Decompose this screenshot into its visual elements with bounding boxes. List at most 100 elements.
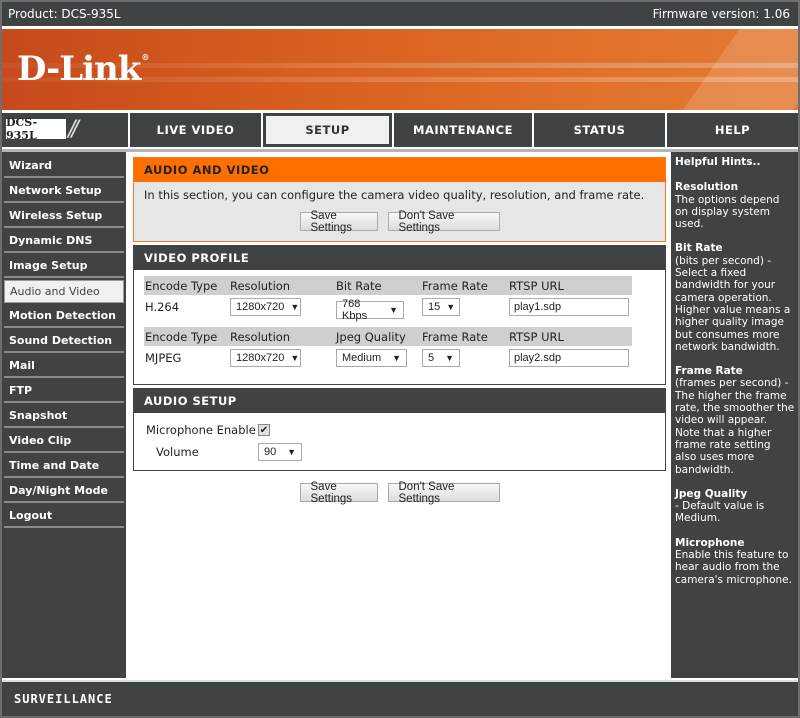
hint-text: The options depend on display system use… <box>675 193 780 231</box>
select-value: 15 <box>428 301 441 313</box>
bit-rate-select[interactable]: 768 Kbps ▼ <box>336 297 404 322</box>
hint-text: Enable this feature to hear audio from t… <box>675 549 792 586</box>
tab-status[interactable]: STATUS <box>534 113 667 147</box>
header-rtsp-url: RTSP URL <box>509 329 564 344</box>
sidebar-item-logout[interactable]: Logout <box>4 505 124 528</box>
sidebar-item-network-setup[interactable]: Network Setup <box>4 180 124 203</box>
sidebar-item-motion-detection[interactable]: Motion Detection <box>4 305 124 328</box>
sidebar-item-video-clip[interactable]: Video Clip <box>4 430 124 453</box>
sidebar-item-wireless-setup[interactable]: Wireless Setup <box>4 205 124 228</box>
registered-mark: ® <box>141 52 149 62</box>
table-row: H.264 1280x720 ▼ 768 Kbps ▼ 15 ▼ play1.sdp <box>144 295 632 322</box>
tab-live-video[interactable]: LIVE VIDEO <box>130 113 263 147</box>
tab-maintenance[interactable]: MAINTENANCE <box>394 113 534 147</box>
main-nav: DCS-935L // LIVE VIDEO SETUP MAINTENANCE… <box>2 113 798 147</box>
rtsp-url-input-1[interactable]: play1.sdp <box>509 298 629 316</box>
brand-banner: D-Link® <box>2 29 798 110</box>
model-badge: DCS-935L <box>6 116 66 142</box>
header-frame-rate: Frame Rate <box>422 329 488 344</box>
sidebar-item-mail[interactable]: Mail <box>4 355 124 378</box>
hint-title: Frame Rate <box>675 365 743 378</box>
video-profile-table: Encode Type Resolution Bit Rate Frame Ra… <box>144 276 632 370</box>
save-settings-button-bottom[interactable]: Save Settings <box>299 481 378 505</box>
microphone-row: Microphone Enable ✔ <box>134 419 665 441</box>
section-description: In this section, you can configure the c… <box>144 188 645 202</box>
surveillance-label: SURVEILLANCE <box>14 692 113 706</box>
tab-label: HELP <box>714 123 751 137</box>
header-rtsp-url: RTSP URL <box>509 278 564 293</box>
hint-resolution: Resolution The options depend on display… <box>675 181 795 230</box>
rtsp-url-input-2[interactable]: play2.sdp <box>509 349 629 367</box>
resolution-select-2[interactable]: 1280x720 ▼ <box>230 349 301 367</box>
volume-label: Volume <box>156 445 199 459</box>
volume-select[interactable]: 90 ▼ <box>258 443 302 461</box>
section-title: AUDIO SETUP <box>134 389 665 413</box>
select-value: 768 Kbps <box>342 297 368 322</box>
sidebar: Wizard Network Setup Wireless Setup Dyna… <box>2 152 126 678</box>
footer: SURVEILLANCE <box>2 680 798 716</box>
select-value: Medium <box>342 352 382 364</box>
select-value: 5 <box>428 352 435 364</box>
tab-setup[interactable]: SETUP <box>263 113 394 147</box>
hint-frame-rate: Frame Rate (frames per second) - The hig… <box>675 365 795 476</box>
hint-title: Resolution <box>675 181 739 194</box>
table-row: MJPEG 1280x720 ▼ Medium ▼ 5 ▼ play2.sdp <box>144 346 632 370</box>
tab-label: STATUS <box>573 123 626 137</box>
audio-setup-body: Microphone Enable ✔ Volume 90 ▼ <box>134 413 665 463</box>
resolution-select-1[interactable]: 1280x720 ▼ <box>230 298 301 316</box>
tab-label: LIVE VIDEO <box>156 123 235 137</box>
dont-save-settings-button-bottom[interactable]: Don't Save Settings <box>387 481 500 505</box>
volume-row: Volume 90 ▼ <box>134 441 665 463</box>
frame-rate-select-2[interactable]: 5 ▼ <box>422 349 460 367</box>
sidebar-item-sound-detection[interactable]: Sound Detection <box>4 330 124 353</box>
dlink-logo: D-Link® <box>17 49 149 89</box>
hint-text: (frames per second) - The higher the fra… <box>675 377 795 476</box>
page-frame: Product: DCS-935L Firmware version: 1.06… <box>0 0 800 718</box>
dropdown-arrow-icon: ▼ <box>290 353 300 363</box>
frame-rate-select-1[interactable]: 15 ▼ <box>422 298 460 316</box>
audio-video-section: AUDIO AND VIDEO In this section, you can… <box>133 157 666 242</box>
bottom-button-row: Save Settings Don't Save Settings <box>133 481 666 505</box>
sidebar-item-dynamic-dns[interactable]: Dynamic DNS <box>4 230 124 253</box>
hints-heading: Helpful Hints.. <box>675 156 761 168</box>
hint-title: Bit Rate <box>675 242 723 255</box>
tab-help[interactable]: HELP <box>667 113 798 147</box>
banner-swoosh <box>669 29 798 110</box>
jpeg-quality-select[interactable]: Medium ▼ <box>336 349 407 367</box>
header-frame-rate: Frame Rate <box>422 278 488 293</box>
section-title: VIDEO PROFILE <box>134 246 665 270</box>
hint-title: Jpeg Quality <box>675 487 748 500</box>
sidebar-item-audio-and-video[interactable]: Audio and Video <box>4 280 124 303</box>
top-button-row: Save Settings Don't Save Settings <box>144 210 655 234</box>
hint-jpeg-quality: Jpeg Quality - Default value is Medium. <box>675 488 795 525</box>
dropdown-arrow-icon: ▼ <box>290 302 300 312</box>
header-resolution: Resolution <box>230 278 291 293</box>
dropdown-arrow-icon: ▼ <box>392 353 401 363</box>
product-label: Product: DCS-935L <box>8 7 121 21</box>
sidebar-item-ftp[interactable]: FTP <box>4 380 124 403</box>
dropdown-arrow-icon: ▼ <box>389 304 398 315</box>
slashes-decoration: // <box>68 117 79 142</box>
logo-text: D-Link <box>17 49 141 89</box>
header-bit-rate: Bit Rate <box>336 278 382 293</box>
dont-save-settings-button[interactable]: Don't Save Settings <box>387 210 500 234</box>
sidebar-item-image-setup[interactable]: Image Setup <box>4 255 124 278</box>
select-value: 1280x720 <box>236 352 285 364</box>
sidebar-item-day-night-mode[interactable]: Day/Night Mode <box>4 480 124 503</box>
sidebar-item-time-and-date[interactable]: Time and Date <box>4 455 124 478</box>
hint-microphone: Microphone Enable this feature to hear a… <box>675 537 795 586</box>
dropdown-arrow-icon: ▼ <box>446 302 456 312</box>
dropdown-arrow-icon: ▼ <box>445 353 454 363</box>
save-settings-button[interactable]: Save Settings <box>299 210 378 234</box>
tab-label: MAINTENANCE <box>413 123 513 137</box>
select-value: 90 <box>264 446 277 458</box>
microphone-enable-checkbox[interactable]: ✔ <box>258 424 270 436</box>
header-jpeg-quality: Jpeg Quality <box>336 329 406 344</box>
main-content: AUDIO AND VIDEO In this section, you can… <box>126 152 669 678</box>
section-title: AUDIO AND VIDEO <box>134 158 665 182</box>
encode-type: H.264 <box>145 300 180 314</box>
table-header: Encode Type Resolution Jpeg Quality Fram… <box>144 327 632 346</box>
hint-text: (bits per second) - Select a fixed bandw… <box>675 254 791 353</box>
sidebar-item-wizard[interactable]: Wizard <box>4 155 124 178</box>
sidebar-item-snapshot[interactable]: Snapshot <box>4 405 124 428</box>
